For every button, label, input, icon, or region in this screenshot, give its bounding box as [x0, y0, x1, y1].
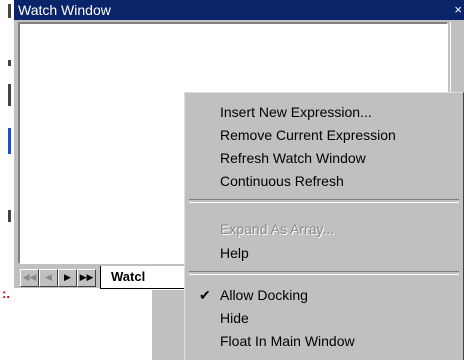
menu-item-remove-current-expression[interactable]: Remove Current Expression — [185, 124, 464, 146]
menu-item-expand-as-array: Expand As Array... — [220, 221, 335, 237]
edge-tick — [8, 84, 11, 106]
menu-separator — [189, 199, 459, 203]
menu-item-continuous-refresh[interactable]: Continuous Refresh — [185, 170, 464, 192]
last-tab-icon[interactable]: ▶▶ — [77, 269, 96, 287]
title-bar[interactable]: Watch Window × — [14, 0, 464, 20]
edge-tick — [8, 60, 11, 66]
context-menu: Insert New Expression... Remove Current … — [184, 92, 464, 360]
menu-item-float-in-main-window[interactable]: Float In Main Window — [185, 330, 464, 352]
menu-item-refresh-watch-window[interactable]: Refresh Watch Window — [185, 147, 464, 169]
prev-tab-icon[interactable]: ◀ — [39, 269, 58, 287]
menu-item-insert-new-expression[interactable]: Insert New Expression... — [185, 101, 464, 123]
menu-separator — [189, 271, 459, 275]
window-title: Watch Window — [18, 2, 111, 18]
menu-item-hide[interactable]: Hide — [185, 307, 464, 329]
menu-item-allow-docking[interactable]: ✔ Allow Docking — [185, 284, 464, 306]
menu-item-help[interactable]: Help — [185, 242, 464, 264]
side-mark: :. — [2, 286, 10, 301]
first-tab-icon[interactable]: ◀◀ — [20, 269, 39, 287]
menu-item-label: Allow Docking — [220, 287, 308, 303]
background-window-edge — [0, 0, 14, 360]
next-tab-icon[interactable]: ▶ — [58, 269, 77, 287]
close-icon[interactable]: × — [454, 1, 462, 19]
checkmark-icon: ✔ — [199, 287, 211, 303]
edge-tick — [8, 210, 11, 222]
edge-tick — [8, 4, 11, 18]
edge-tick — [8, 128, 11, 154]
